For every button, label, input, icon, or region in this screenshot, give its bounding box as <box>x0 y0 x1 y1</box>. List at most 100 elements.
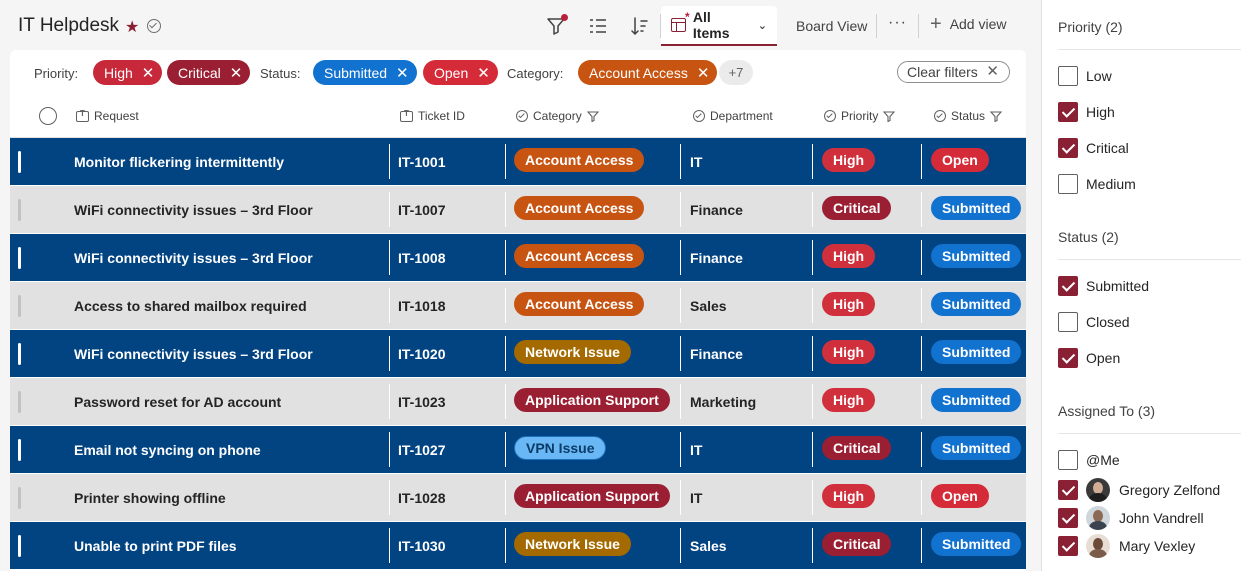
status-pill: Submitted <box>931 435 1022 460</box>
status-section-title[interactable]: Status (2) <box>1058 229 1119 245</box>
checkbox[interactable] <box>1058 312 1078 332</box>
pane-option-status-submitted[interactable]: Submitted <box>1058 276 1149 296</box>
priority-pill: High <box>822 483 876 508</box>
table-row[interactable]: Monitor flickering intermittently IT-1001… <box>10 138 1026 186</box>
table-row[interactable]: WiFi connectivity issues – 3rd Floor IT-1… <box>10 234 1026 282</box>
pane-option-status-open[interactable]: Open <box>1058 348 1120 368</box>
row-drag-handle[interactable] <box>18 199 21 221</box>
column-filter-icon[interactable] <box>883 110 896 122</box>
row-drag-handle[interactable] <box>18 535 21 557</box>
close-icon[interactable]: ✕ <box>142 64 155 82</box>
cell-divider <box>505 480 506 515</box>
checkbox[interactable] <box>1058 174 1078 194</box>
row-drag-handle[interactable] <box>18 343 21 365</box>
cell-divider <box>680 192 681 227</box>
close-icon[interactable]: ✕ <box>396 64 409 82</box>
pane-option-priority-critical[interactable]: Critical <box>1058 138 1129 158</box>
pane-option-assigned-person[interactable]: Mary Vexley <box>1058 534 1195 558</box>
checkbox[interactable] <box>1058 508 1078 528</box>
group-list-icon[interactable] <box>586 14 610 38</box>
column-header-priority[interactable]: Priority <box>824 109 896 123</box>
row-drag-handle[interactable] <box>18 151 21 173</box>
assigned-section-title[interactable]: Assigned To (3) <box>1058 403 1155 419</box>
cell-status: Submitted <box>931 522 1022 569</box>
cell-category: Account Access <box>514 138 645 185</box>
pane-option-status-closed[interactable]: Closed <box>1058 312 1130 332</box>
table-row[interactable]: Password reset for AD account IT-1023 Appl… <box>10 378 1026 426</box>
cell-request[interactable]: Email not syncing on phone <box>74 426 261 473</box>
table-row[interactable]: WiFi connectivity issues – 3rd Floor IT-1… <box>10 330 1026 378</box>
cell-divider <box>812 240 813 275</box>
checkbox[interactable] <box>1058 480 1078 500</box>
checkbox[interactable] <box>1058 536 1078 556</box>
cell-priority: High <box>822 138 876 185</box>
category-pill: Application Support <box>514 483 670 508</box>
row-drag-handle[interactable] <box>18 487 21 509</box>
cell-request[interactable]: Unable to print PDF files <box>74 522 237 569</box>
chip-status-submitted[interactable]: Submitted ✕ <box>313 60 417 85</box>
table-row[interactable]: Unable to print PDF files IT-1030 Network … <box>10 522 1026 570</box>
chip-status-open[interactable]: Open ✕ <box>423 60 498 85</box>
chevron-down-icon[interactable]: ⌄ <box>758 19 767 32</box>
column-header-ticket-id[interactable]: Ticket ID <box>400 109 465 123</box>
checkbox[interactable] <box>1058 450 1078 470</box>
row-drag-handle[interactable] <box>18 295 21 317</box>
filter-icon[interactable] <box>545 14 569 38</box>
pane-option-assigned-person[interactable]: John Vandrell <box>1058 506 1204 530</box>
pane-option-priority-high[interactable]: High <box>1058 102 1115 122</box>
status-pill: Submitted <box>931 339 1022 364</box>
table-row[interactable]: Access to shared mailbox required IT-1018… <box>10 282 1026 330</box>
cell-request[interactable]: Printer showing offline <box>74 474 226 521</box>
pane-option-assigned-person[interactable]: Gregory Zelfond <box>1058 478 1220 502</box>
checkbox[interactable] <box>1058 138 1078 158</box>
add-view-button[interactable]: + Add view <box>930 14 1007 34</box>
cell-request[interactable]: WiFi connectivity issues – 3rd Floor <box>74 234 313 281</box>
close-icon[interactable]: ✕ <box>697 64 710 82</box>
clear-filters-button[interactable]: Clear filters ✕ <box>897 61 1010 83</box>
checkbox[interactable] <box>1058 102 1078 122</box>
row-drag-handle[interactable] <box>18 391 21 413</box>
table-row[interactable]: WiFi connectivity issues – 3rd Floor IT-1… <box>10 186 1026 234</box>
cell-request[interactable]: Access to shared mailbox required <box>74 282 307 329</box>
checkbox[interactable] <box>1058 66 1078 86</box>
more-filters-chip[interactable]: +7 <box>719 60 753 85</box>
more-options-icon[interactable]: ··· <box>888 14 907 32</box>
column-header-status[interactable]: Status <box>934 109 1003 123</box>
cell-priority: High <box>822 282 876 329</box>
checkbox[interactable] <box>1058 348 1078 368</box>
cell-request[interactable]: WiFi connectivity issues – 3rd Floor <box>74 186 313 233</box>
table-row[interactable]: Email not syncing on phone IT-1027 VPN Iss… <box>10 426 1026 474</box>
pane-option-priority-medium[interactable]: Medium <box>1058 174 1136 194</box>
checkbox[interactable] <box>1058 276 1078 296</box>
priority-pill: Critical <box>822 435 892 460</box>
chip-priority-high[interactable]: High ✕ <box>93 60 163 85</box>
sort-icon[interactable] <box>627 14 651 38</box>
row-drag-handle[interactable] <box>18 439 21 461</box>
row-drag-handle[interactable] <box>18 247 21 269</box>
chip-category-account-access[interactable]: Account Access ✕ <box>578 60 718 85</box>
unsaved-asterisk: * <box>685 10 690 24</box>
toolbar-divider <box>918 14 919 38</box>
cell-divider <box>680 336 681 371</box>
close-icon[interactable]: ✕ <box>230 64 243 82</box>
cell-request[interactable]: Monitor flickering intermittently <box>74 138 284 185</box>
tab-board-view[interactable]: Board View <box>786 6 877 46</box>
priority-section-title[interactable]: Priority (2) <box>1058 19 1123 35</box>
close-icon[interactable]: ✕ <box>477 64 490 82</box>
pane-option-assigned-me[interactable]: @Me <box>1058 450 1120 470</box>
column-header-request[interactable]: Request <box>76 109 139 123</box>
column-header-category[interactable]: Category <box>516 109 599 123</box>
column-header-department[interactable]: Department <box>693 109 773 123</box>
table-row[interactable]: Printer showing offline IT-1028 Applicatio… <box>10 474 1026 522</box>
select-all-checkbox[interactable] <box>39 107 57 125</box>
cell-request[interactable]: WiFi connectivity issues – 3rd Floor <box>74 330 313 377</box>
cell-divider <box>921 192 922 227</box>
chip-priority-critical[interactable]: Critical ✕ <box>167 60 251 85</box>
column-filter-icon[interactable] <box>990 110 1003 122</box>
favorite-star-icon[interactable]: ★ <box>125 17 139 37</box>
pane-option-priority-low[interactable]: Low <box>1058 66 1112 86</box>
cell-request[interactable]: Password reset for AD account <box>74 378 281 425</box>
column-label: Department <box>710 109 773 123</box>
column-filter-icon[interactable] <box>586 110 599 122</box>
tab-all-items[interactable]: * All Items ⌄ <box>661 6 777 46</box>
